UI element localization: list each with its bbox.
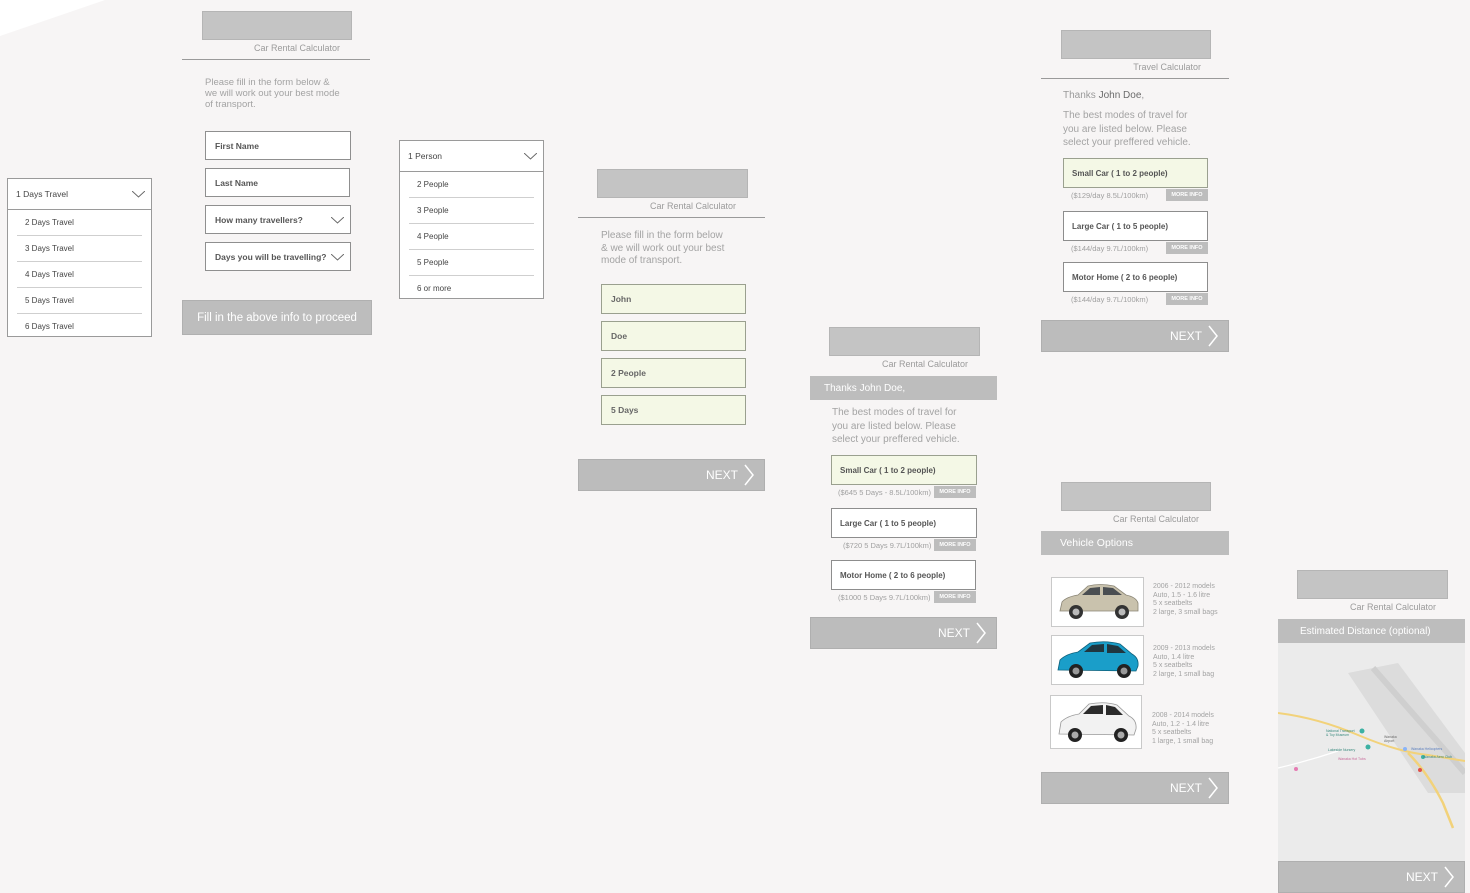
- app-title: Car Rental Calculator: [649, 201, 736, 211]
- chevron-down-icon: [132, 191, 145, 198]
- app-title: Travel Calculator: [1133, 62, 1201, 72]
- car-icon: [1057, 641, 1139, 678]
- next-button[interactable]: NEXT: [578, 459, 765, 491]
- days-option[interactable]: 6 Days Travel: [17, 314, 142, 339]
- more-info-button[interactable]: MORE INFO: [1166, 189, 1208, 201]
- chevron-right-icon: [1444, 866, 1454, 888]
- days-select[interactable]: Days you will be travelling?: [205, 242, 351, 271]
- distance-map[interactable]: National Transport & Toy Museum Wanaka A…: [1278, 643, 1465, 861]
- vehicle-price: ($129/day 8.5L/100km): [1071, 191, 1149, 200]
- car-icon: [1059, 584, 1139, 619]
- next-button[interactable]: NEXT: [810, 617, 997, 649]
- vehicle-option-large-car[interactable]: Large Car ( 1 to 5 people): [831, 508, 977, 538]
- vehicle-details: 2006 - 2012 models Auto, 1.5 - 1.6 litre 5…: [1153, 583, 1218, 616]
- vehicle-option-motor-home[interactable]: Motor Home ( 2 to 6 people): [831, 560, 976, 590]
- greeting-text: Thanks John Doe,: [1063, 90, 1145, 101]
- travellers-option[interactable]: 2 People: [409, 172, 534, 198]
- vehicle-price: ($645 5 Days - 8.5L/100km): [838, 488, 931, 497]
- vehicle-image-sedan[interactable]: [1051, 577, 1144, 627]
- more-info-button[interactable]: MORE INFO: [934, 591, 976, 603]
- vehicle-price: ($1000 5 Days 9.7L/100km): [838, 593, 931, 602]
- travellers-option[interactable]: 4 People: [409, 224, 534, 250]
- first-name-field[interactable]: John: [601, 284, 746, 314]
- travellers-option[interactable]: 5 People: [409, 250, 534, 276]
- first-name-field[interactable]: First Name: [205, 131, 351, 160]
- map-label: Wanaka Aero Club: [1423, 755, 1453, 759]
- section-banner: Estimated Distance (optional): [1278, 619, 1465, 643]
- days-option[interactable]: 5 Days Travel: [17, 288, 142, 314]
- chevron-right-icon: [976, 622, 986, 644]
- vehicle-option-small-car[interactable]: Small Car ( 1 to 2 people): [1063, 158, 1208, 188]
- next-button[interactable]: NEXT: [1041, 320, 1229, 352]
- days-select[interactable]: 5 Days: [601, 395, 746, 425]
- logo-placeholder: [1061, 30, 1211, 59]
- vehicle-image-hatchback[interactable]: [1051, 635, 1144, 685]
- logo-placeholder: [829, 327, 980, 356]
- last-name-field[interactable]: Last Name: [205, 168, 350, 197]
- next-button[interactable]: NEXT: [1041, 772, 1229, 804]
- section-banner: Vehicle Options: [1041, 531, 1229, 555]
- map-label: National Transport & Toy Museum: [1326, 729, 1355, 737]
- next-button[interactable]: NEXT: [1278, 861, 1465, 893]
- map-canvas: [1278, 663, 1465, 829]
- app-title: Car Rental Calculator: [881, 359, 968, 369]
- days-option[interactable]: 2 Days Travel: [17, 210, 142, 236]
- app-title: Car Rental Calculator: [1349, 602, 1436, 612]
- proceed-button[interactable]: Fill in the above info to proceed: [182, 300, 372, 335]
- vehicle-option-large-car[interactable]: Large Car ( 1 to 5 people): [1063, 211, 1208, 241]
- vehicle-image-compact[interactable]: [1050, 695, 1142, 749]
- days-dropdown-selected[interactable]: 1 Days Travel: [8, 179, 151, 210]
- intro-text: The best modes of travel for you are list…: [832, 407, 960, 445]
- more-info-button[interactable]: MORE INFO: [934, 539, 976, 551]
- more-info-button[interactable]: MORE INFO: [1166, 293, 1208, 305]
- chevron-right-icon: [744, 464, 754, 486]
- travellers-select[interactable]: 2 People: [601, 358, 746, 388]
- logo-placeholder: [202, 11, 352, 40]
- travellers-dropdown[interactable]: 1 Person 2 People 3 People 4 People 5 Pe…: [399, 140, 544, 299]
- chevron-down-icon: [331, 216, 344, 224]
- vehicle-price: ($144/day 9.7L/100km): [1071, 244, 1149, 253]
- vehicle-details: 2008 - 2014 models Auto, 1.2 - 1.4 litre 5…: [1152, 712, 1214, 745]
- intro-text: Please fill in the form below & we will w…: [601, 230, 725, 266]
- vehicle-option-motor-home[interactable]: Motor Home ( 2 to 6 people): [1063, 262, 1208, 292]
- travellers-dropdown-selected[interactable]: 1 Person: [400, 141, 543, 172]
- chevron-down-icon: [524, 153, 537, 160]
- vehicle-option-small-car[interactable]: Small Car ( 1 to 2 people): [831, 455, 977, 485]
- car-icon: [1058, 702, 1137, 742]
- travellers-option[interactable]: 6 or more: [409, 276, 534, 301]
- travellers-option[interactable]: 3 People: [409, 198, 534, 224]
- logo-placeholder: [1061, 482, 1211, 511]
- days-option[interactable]: 3 Days Travel: [17, 236, 142, 262]
- vehicle-price: ($144/day 9.7L/100km): [1071, 295, 1149, 304]
- app-title: Car Rental Calculator: [253, 43, 340, 53]
- divider: [1041, 78, 1229, 79]
- map-label: Wanaka Helicopters: [1411, 747, 1443, 751]
- more-info-button[interactable]: MORE INFO: [934, 486, 976, 498]
- logo-placeholder: [597, 169, 748, 198]
- greeting-banner: Thanks John Doe,: [810, 376, 997, 400]
- chevron-right-icon: [1208, 777, 1218, 799]
- map-label: Wanaka Airport: [1384, 735, 1397, 743]
- chevron-down-icon: [331, 253, 344, 261]
- intro-text: The best modes of travel for you are list…: [1063, 110, 1191, 148]
- corner-decoration: [0, 0, 105, 36]
- vehicle-details: 2009 - 2013 models Auto, 1.4 litre 5 x sea…: [1153, 645, 1215, 678]
- last-name-field[interactable]: Doe: [601, 321, 746, 351]
- travellers-select[interactable]: How many travellers?: [205, 205, 351, 234]
- more-info-button[interactable]: MORE INFO: [1166, 242, 1208, 254]
- divider: [578, 217, 765, 218]
- app-title: Car Rental Calculator: [1112, 514, 1199, 524]
- logo-placeholder: [1297, 570, 1448, 599]
- map-label: Wanaka Hot Tubs: [1338, 757, 1366, 761]
- chevron-right-icon: [1208, 325, 1218, 347]
- map-label: Lakeside Nursery: [1328, 748, 1356, 752]
- days-option[interactable]: 4 Days Travel: [17, 262, 142, 288]
- days-dropdown[interactable]: 1 Days Travel 2 Days Travel 3 Days Trave…: [7, 178, 152, 337]
- divider: [182, 59, 370, 60]
- vehicle-price: ($720 5 Days 9.7L/100km): [843, 541, 932, 550]
- intro-text: Please fill in the form below & we will w…: [205, 77, 340, 110]
